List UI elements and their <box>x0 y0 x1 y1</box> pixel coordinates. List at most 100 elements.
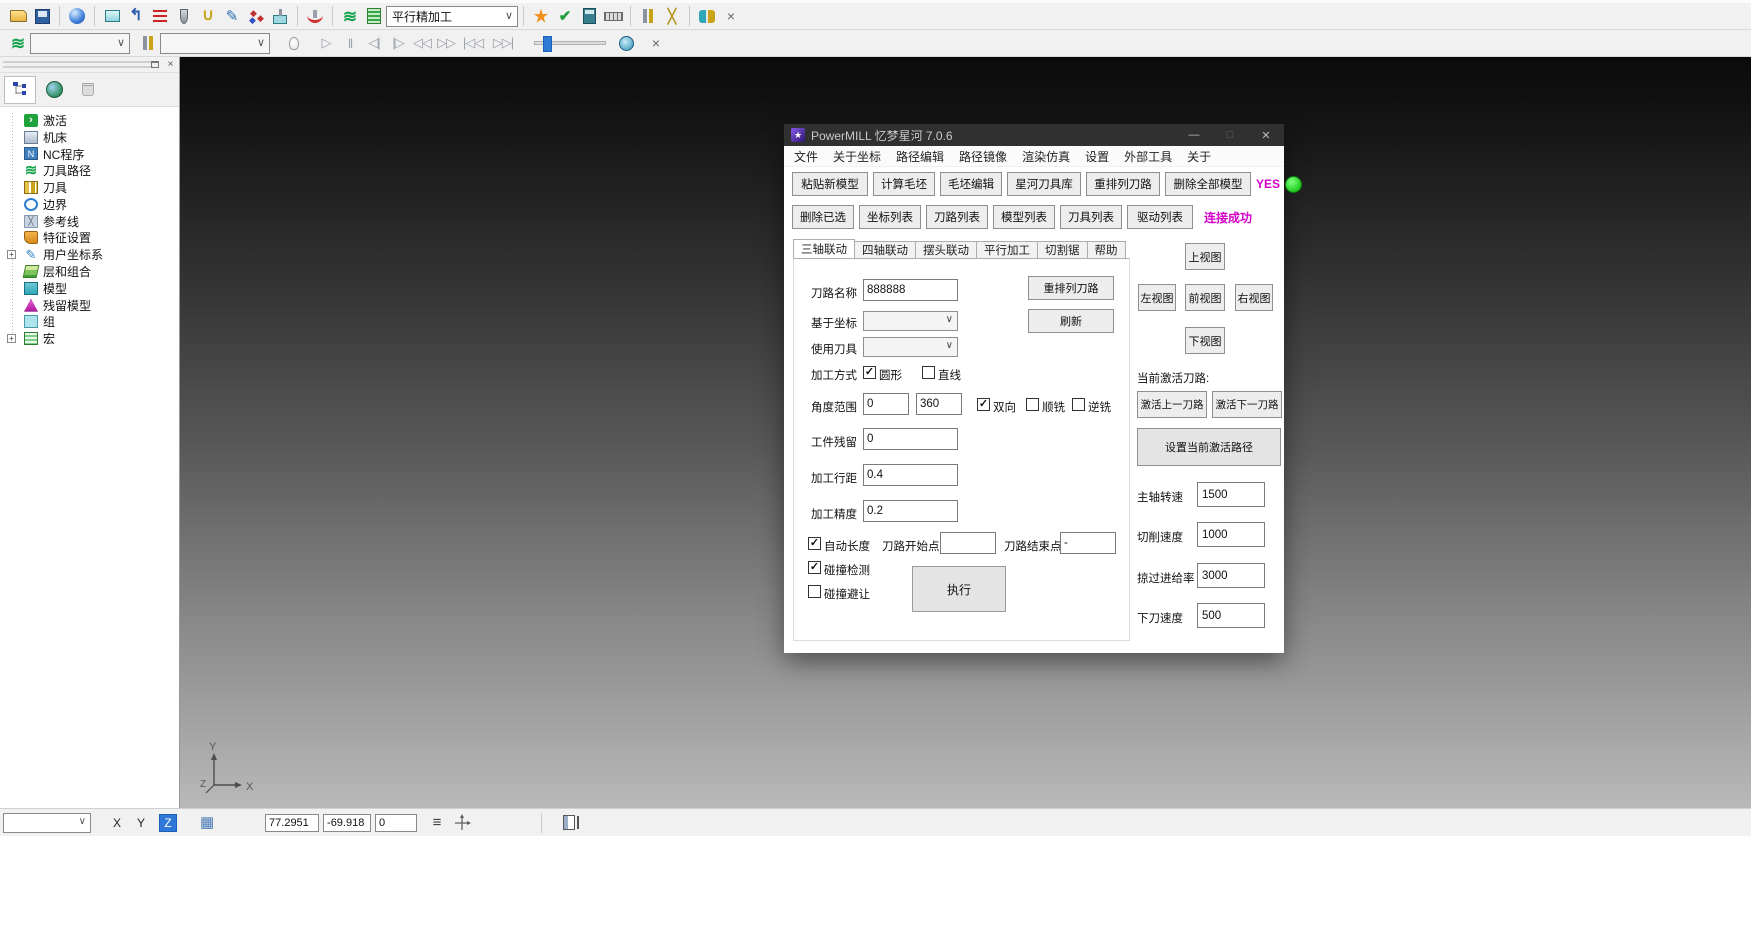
climb-checkbox[interactable] <box>1026 398 1039 411</box>
activate-prev-button[interactable]: 激活上一刀路 <box>1137 391 1207 418</box>
mirror-cylinders-icon[interactable] <box>695 4 719 28</box>
explorer-dockbar[interactable]: × <box>0 57 179 73</box>
compute-stock-button[interactable]: 计算毛坯 <box>873 172 935 196</box>
tree-item-machine[interactable]: 机床 <box>0 129 179 146</box>
strategy-combobox[interactable]: 平行精加工 ∨ <box>386 6 518 27</box>
tool-icon[interactable] <box>136 31 160 55</box>
x-coordinate-field[interactable] <box>265 814 319 832</box>
dock-grip[interactable] <box>3 61 153 68</box>
toolpath-list-button[interactable]: 刀路列表 <box>926 205 988 229</box>
strategy-list-icon[interactable] <box>362 4 386 28</box>
auto-length-checkbox[interactable] <box>808 537 821 550</box>
set-active-path-button[interactable]: 设置当前激活路径 <box>1137 428 1281 466</box>
cross-tools-icon[interactable] <box>660 4 684 28</box>
menu-coords[interactable]: 关于坐标 <box>833 148 881 165</box>
tree-item-pattern[interactable]: 参考线 <box>0 213 179 230</box>
tree-item-tools[interactable]: 刀具 <box>0 179 179 196</box>
y-coordinate-field[interactable] <box>323 814 371 832</box>
tab-4axis[interactable]: 四轴联动 <box>855 241 916 259</box>
toolpath-name-input[interactable] <box>863 279 958 301</box>
save-icon[interactable] <box>30 4 54 28</box>
cutting-speed-input[interactable] <box>1197 522 1265 547</box>
globe-tab[interactable] <box>38 76 70 104</box>
model-list-button[interactable]: 模型列表 <box>993 205 1055 229</box>
collision-spark-icon[interactable] <box>529 4 553 28</box>
sim-toolpath-combobox[interactable]: ∨ <box>30 33 130 54</box>
collision-check-checkbox[interactable] <box>808 561 821 574</box>
go-end-icon[interactable]: ▷▷| <box>488 31 518 55</box>
sim-toolbar-close-icon[interactable]: × <box>644 31 668 55</box>
top-view-button[interactable]: 上视图 <box>1185 243 1225 270</box>
bidirectional-checkbox[interactable] <box>977 398 990 411</box>
stock-lines-icon[interactable] <box>148 4 172 28</box>
front-view-button[interactable]: 前视图 <box>1185 284 1225 311</box>
drive-list-button[interactable]: 驱动列表 <box>1127 205 1193 229</box>
tab-swivel-head[interactable]: 摆头联动 <box>916 241 977 259</box>
tree-item-levels[interactable]: 层和组合 <box>0 263 179 280</box>
tolerance-input[interactable] <box>863 500 958 522</box>
verify-check-icon[interactable] <box>553 4 577 28</box>
right-view-button[interactable]: 右视图 <box>1235 284 1273 311</box>
tree-item-residual-model[interactable]: 残留模型 <box>0 297 179 314</box>
delete-all-models-button[interactable]: 删除全部模型 <box>1165 172 1251 196</box>
tree-item-boundary[interactable]: 边界 <box>0 196 179 213</box>
rewind-icon[interactable]: ◁◁ <box>410 31 434 55</box>
tree-item-model[interactable]: 模型 <box>0 280 179 297</box>
bottom-view-button[interactable]: 下视图 <box>1185 327 1225 354</box>
line-checkbox[interactable] <box>922 366 935 379</box>
tree-item-active[interactable]: 激活 <box>0 112 179 129</box>
toolpath-link-icon[interactable] <box>124 4 148 28</box>
base-coord-combobox[interactable] <box>863 311 958 331</box>
tree-item-group[interactable]: 组 <box>0 314 179 331</box>
refresh-button[interactable]: 刷新 <box>1028 309 1114 333</box>
step-back-icon[interactable]: ◁| <box>362 31 386 55</box>
circle-checkbox[interactable] <box>863 366 876 379</box>
layout-windows-icon[interactable] <box>557 811 581 835</box>
tab-saw[interactable]: 切割锯 <box>1038 241 1088 259</box>
speed-slider[interactable] <box>534 41 606 45</box>
status-combobox[interactable] <box>3 813 91 833</box>
delete-selected-button[interactable]: 删除已选 <box>792 205 854 229</box>
spindle-speed-input[interactable] <box>1197 482 1265 507</box>
z-coordinate-field[interactable] <box>375 814 417 832</box>
pattern-pencil-icon[interactable] <box>220 4 244 28</box>
open-file-icon[interactable] <box>6 4 30 28</box>
tree-item-feature-set[interactable]: 特征设置 <box>0 230 179 247</box>
reorder-toolpaths-button[interactable]: 重排列刀路 <box>1086 172 1160 196</box>
angle-start-input[interactable] <box>863 393 909 415</box>
x-axis-toggle[interactable]: X <box>113 816 121 830</box>
expand-icon[interactable] <box>7 250 16 259</box>
expand-icon[interactable] <box>7 334 16 343</box>
go-start-icon[interactable]: |◁◁ <box>458 31 488 55</box>
tree-item-workplane[interactable]: 用户坐标系 <box>0 246 179 263</box>
block-icon[interactable] <box>100 4 124 28</box>
slider-handle[interactable] <box>543 36 552 52</box>
float-panel-icon[interactable] <box>148 58 161 71</box>
menu-external-tools[interactable]: 外部工具 <box>1124 148 1172 165</box>
coord-list-button[interactable]: 坐标列表 <box>859 205 921 229</box>
menu-about[interactable]: 关于 <box>1187 148 1211 165</box>
stock-remain-input[interactable] <box>863 428 958 450</box>
arc-tool-icon[interactable] <box>303 4 327 28</box>
block-tool-icon[interactable] <box>268 4 292 28</box>
tab-parallel[interactable]: 平行加工 <box>977 241 1038 259</box>
tree-item-macro[interactable]: 宏 <box>0 330 179 347</box>
menu-path-edit[interactable]: 路径编辑 <box>896 148 944 165</box>
collision-avoid-checkbox[interactable] <box>808 585 821 598</box>
pause-icon[interactable]: ‖ <box>338 31 362 55</box>
tab-3axis[interactable]: 三轴联动 <box>793 239 855 259</box>
feature-diamonds-icon[interactable] <box>244 4 268 28</box>
path-end-input[interactable] <box>1060 532 1116 554</box>
path-start-input[interactable] <box>940 532 996 554</box>
menu-path-mirror[interactable]: 路径镜像 <box>959 148 1007 165</box>
angle-end-input[interactable] <box>916 393 962 415</box>
ball-tool-icon[interactable] <box>172 4 196 28</box>
step-forward-icon[interactable]: |▷ <box>386 31 410 55</box>
toolbar-close-icon[interactable]: × <box>719 4 743 28</box>
trash-tab[interactable] <box>72 76 104 104</box>
stock-edit-button[interactable]: 毛坯编辑 <box>940 172 1002 196</box>
skim-feed-input[interactable] <box>1197 563 1265 588</box>
list-options-icon[interactable] <box>425 811 449 835</box>
tool-list-button[interactable]: 刀具列表 <box>1060 205 1122 229</box>
clock-icon[interactable] <box>614 31 638 55</box>
